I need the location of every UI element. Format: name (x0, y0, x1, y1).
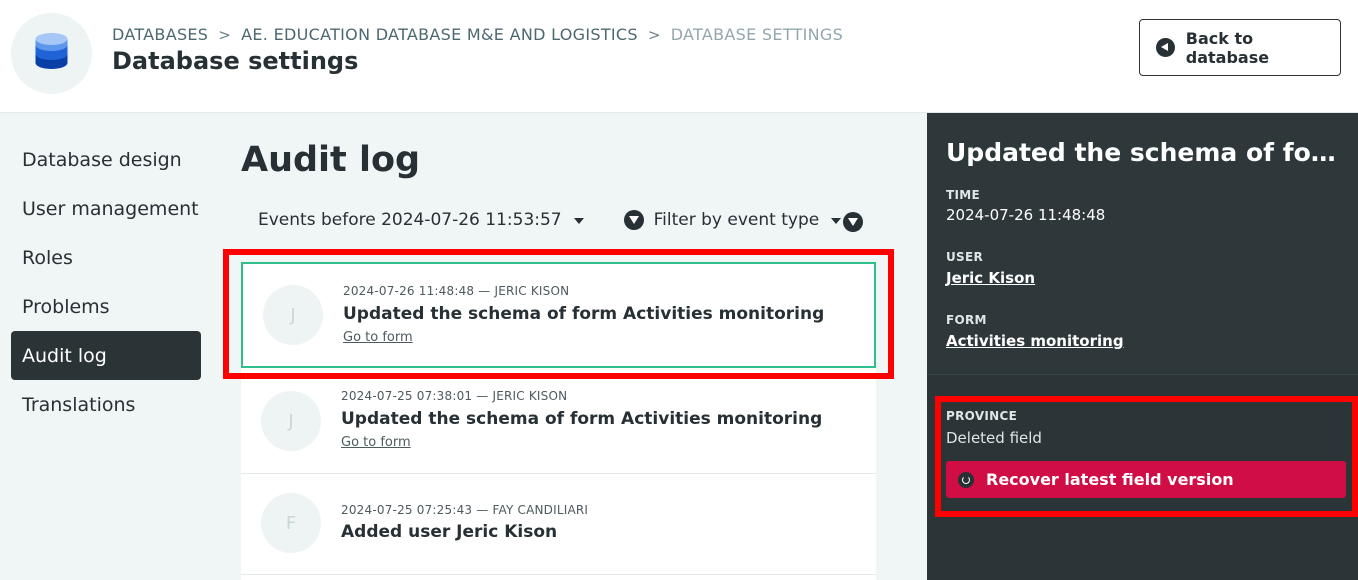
avatar: J (261, 391, 321, 451)
page-title: Database settings (112, 47, 359, 75)
filter-icon[interactable] (843, 212, 863, 232)
audit-event-list: J 2024-07-26 11:48:48 — JERIC KISON Upda… (241, 262, 876, 580)
event-meta: 2024-07-26 11:48:48 — JERIC KISON (343, 284, 570, 298)
sidebar-item-translations[interactable]: Translations (11, 380, 201, 429)
user-label: USER (946, 250, 984, 264)
sidebar-item-problems[interactable]: Problems (11, 282, 201, 331)
field-status: Deleted field (946, 429, 1042, 447)
event-detail-panel: Updated the schema of form A... TIME 202… (927, 113, 1358, 580)
breadcrumb-current: DATABASE SETTINGS (670, 25, 844, 44)
avatar: J (263, 285, 323, 345)
recover-field-button[interactable]: Recover latest field version (946, 461, 1346, 498)
breadcrumb: DATABASES > AE. EDUCATION DATABASE M&E A… (112, 25, 843, 44)
event-title: Updated the schema of form Activities mo… (343, 304, 825, 324)
sidebar-item-audit-log[interactable]: Audit log (11, 331, 201, 380)
restore-icon (958, 471, 974, 488)
field-name-label: PROVINCE (946, 409, 1018, 423)
filter-event-type-label: Filter by event type (653, 210, 820, 230)
sidebar-item-roles[interactable]: Roles (11, 233, 201, 282)
time-value: 2024-07-26 11:48:48 (946, 206, 1106, 224)
event-title: Updated the schema of form Activities mo… (341, 409, 823, 429)
time-label: TIME (946, 188, 980, 202)
form-label: FORM (946, 313, 987, 327)
back-to-database-button[interactable]: Back to database (1139, 19, 1341, 76)
events-before-dropdown[interactable]: Events before 2024-07-26 11:53:57 (258, 210, 584, 230)
sidebar-item-database-design[interactable]: Database design (11, 135, 201, 184)
settings-sidebar: Database design User management Roles Pr… (11, 135, 201, 429)
audit-event-row[interactable]: F 2024-07-25 07:25:43 — FAY CANDILIARI A… (241, 474, 876, 575)
audit-log-title: Audit log (241, 140, 421, 180)
back-button-label: Back to database (1185, 28, 1270, 67)
breadcrumb-database[interactable]: AE. EDUCATION DATABASE M&E AND LOGISTICS (241, 25, 638, 44)
events-before-label: Events before 2024-07-26 11:53:57 (258, 210, 562, 230)
filter-event-type-dropdown[interactable]: Filter by event type (623, 210, 842, 230)
avatar: F (261, 493, 321, 553)
sidebar-item-user-management[interactable]: User management (11, 184, 201, 233)
recover-button-label: Recover latest field version (986, 470, 1234, 489)
database-logo (11, 13, 92, 94)
event-title: Added user Jeric Kison (341, 522, 558, 542)
database-icon (35, 33, 68, 69)
go-to-form-link[interactable]: Go to form (343, 330, 413, 345)
filter-bar: Events before 2024-07-26 11:53:57 Filter… (258, 210, 842, 230)
chevron-down-icon (573, 218, 584, 224)
user-link[interactable]: Jeric Kison (946, 269, 1035, 287)
breadcrumb-separator: > (218, 25, 232, 44)
header: DATABASES > AE. EDUCATION DATABASE M&E A… (0, 0, 1358, 113)
breadcrumb-separator: > (647, 25, 661, 44)
back-arrow-icon (1156, 38, 1175, 57)
go-to-form-link[interactable]: Go to form (341, 435, 411, 450)
audit-event-row[interactable]: J 2024-07-25 07:38:01 — JERIC KISON Upda… (241, 374, 876, 474)
breadcrumb-databases[interactable]: DATABASES (112, 25, 208, 44)
event-meta: 2024-07-25 07:38:01 — JERIC KISON (341, 389, 568, 403)
event-meta: 2024-07-25 07:25:43 — FAY CANDILIARI (341, 503, 589, 517)
audit-event-row[interactable]: J 2024-07-26 11:48:48 — JERIC KISON Upda… (241, 262, 876, 368)
filter-icon (623, 210, 644, 230)
event-detail-summary: Updated the schema of form A... TIME 202… (927, 113, 1358, 375)
form-link[interactable]: Activities monitoring (946, 332, 1124, 350)
chevron-down-icon (831, 218, 842, 224)
detail-title: Updated the schema of form A... (946, 138, 1346, 167)
